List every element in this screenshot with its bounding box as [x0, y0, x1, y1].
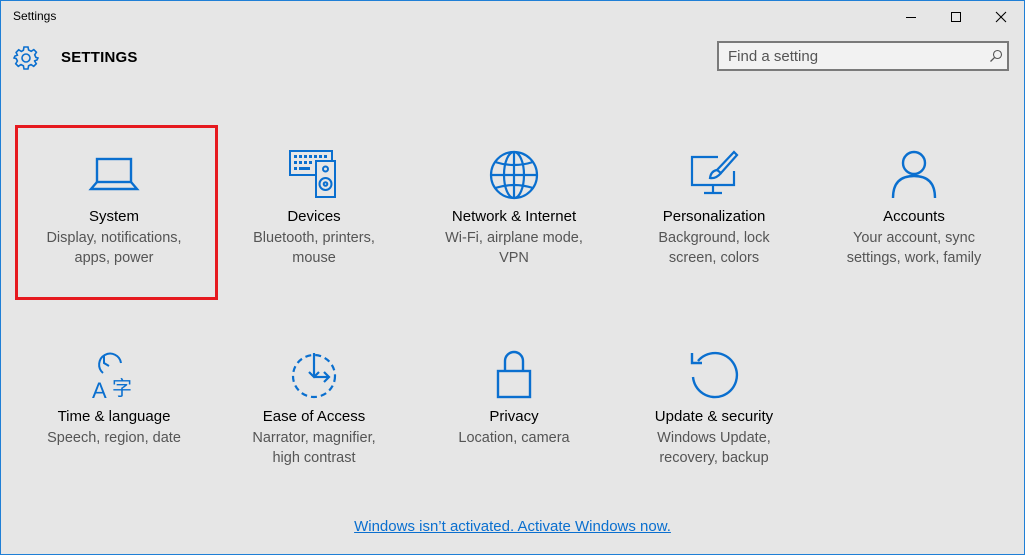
keyboard-speaker-icon	[289, 150, 336, 198]
refresh-icon	[690, 351, 739, 399]
tile-title: Privacy	[489, 408, 539, 425]
svg-text:A: A	[92, 378, 107, 401]
tile-description: Speech, region, date	[47, 430, 181, 446]
tile-personalization[interactable]: Personalization Background, lock screen,…	[614, 127, 814, 297]
person-icon	[891, 150, 937, 199]
ease-of-access-icon	[291, 353, 337, 399]
tile-update-security[interactable]: Update & security Windows Update, recove…	[614, 327, 814, 497]
tile-description: Your account, sync settings, work, famil…	[846, 230, 982, 266]
tile-accounts[interactable]: Accounts Your account, sync settings, wo…	[814, 127, 1014, 297]
tile-description: Background, lock screen, colors	[658, 230, 770, 266]
tile-description: Wi-Fi, airplane mode, VPN	[445, 230, 583, 266]
tile-description: Windows Update, recovery, backup	[657, 430, 771, 466]
tile-description: Bluetooth, printers, mouse	[253, 230, 375, 266]
svg-text:字: 字	[112, 376, 132, 400]
tile-title: Accounts	[883, 208, 945, 225]
tile-description: Location, camera	[458, 430, 570, 446]
activate-windows-link[interactable]: Windows isn’t activated. Activate Window…	[1, 518, 1024, 535]
monitor-brush-icon	[690, 150, 739, 195]
tile-title: Devices	[287, 208, 341, 225]
tile-description: Narrator, magnifier, high contrast	[252, 430, 376, 466]
lock-icon	[496, 350, 532, 399]
laptop-icon	[88, 157, 140, 191]
settings-window: Settings SETTINGS Find a setting System …	[0, 0, 1025, 555]
tile-devices[interactable]: Devices Bluetooth, printers, mouse	[214, 127, 414, 297]
tile-privacy[interactable]: Privacy Location, camera	[414, 327, 614, 497]
category-grid: System Display, notifications, apps, pow…	[1, 1, 1024, 554]
tile-description: Display, notifications, apps, power	[46, 230, 182, 266]
clock-language-icon: A 字	[92, 352, 132, 401]
tile-title: Update & security	[654, 408, 774, 425]
tile-ease-of-access[interactable]: Ease of Access Narrator, magnifier, high…	[214, 327, 414, 497]
tile-title: Ease of Access	[262, 408, 366, 425]
tile-system[interactable]: System Display, notifications, apps, pow…	[14, 127, 214, 297]
tile-time-language[interactable]: A 字 Time & language Speech, region, date	[14, 327, 214, 497]
tile-title: Time & language	[57, 408, 171, 425]
tile-title: Network & Internet	[451, 208, 577, 225]
tile-title: System	[88, 208, 139, 225]
tile-network-internet[interactable]: Network & Internet Wi-Fi, airplane mode,…	[414, 127, 614, 297]
globe-icon	[489, 150, 539, 200]
tile-title: Personalization	[662, 208, 766, 225]
